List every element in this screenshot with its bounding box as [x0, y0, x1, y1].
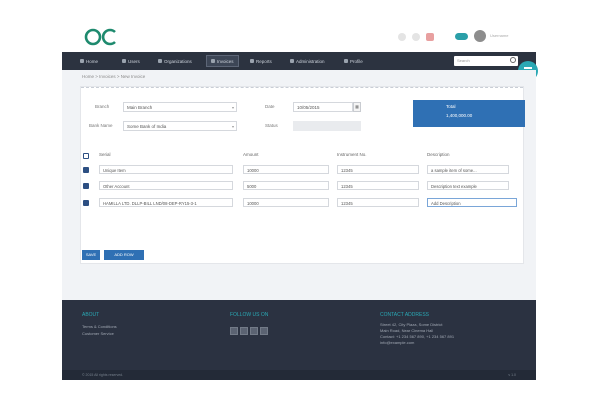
nav-item-organizations[interactable]: Organizations [158, 57, 192, 65]
message-icon[interactable] [412, 33, 420, 41]
row-delete-icon[interactable] [83, 183, 89, 189]
date-field[interactable]: 10/05/2015 [293, 102, 353, 112]
avatar[interactable] [474, 30, 486, 42]
chart-icon [250, 59, 254, 63]
header-icons [398, 33, 434, 41]
search-input[interactable]: Search [454, 56, 518, 66]
nav-item-label: Organizations [164, 58, 192, 64]
nav-item-label: Profile [350, 58, 363, 64]
card-top-border [81, 87, 523, 89]
nav-item-users[interactable]: Users [122, 57, 140, 65]
gear-icon [290, 59, 294, 63]
column-header-instrument: Instrument No. [337, 152, 367, 157]
mail-icon[interactable] [398, 33, 406, 41]
google-plus-icon[interactable] [260, 327, 268, 335]
version-text: v 1.0 [508, 373, 516, 377]
footer: ABOUT Terms & Conditions Customer Servic… [62, 300, 536, 380]
main-navbar: Home Users Organizations Invoices Report… [62, 52, 536, 70]
footer-contact-title: CONTACT ADDRESS [380, 312, 429, 318]
row-3-instrument[interactable]: 12345 [337, 198, 419, 207]
row-1-description[interactable]: a sample item of some... [427, 165, 509, 174]
footer-link[interactable]: Terms & Conditions [82, 324, 117, 329]
building-icon [158, 59, 162, 63]
column-header-description: Description [427, 152, 450, 157]
chevron-down-icon: ▾ [231, 124, 234, 129]
total-summary-box: Total 1,400,000.00 [413, 100, 525, 127]
user-icon [344, 59, 348, 63]
bank-name-label: Bank Name [89, 123, 113, 128]
row-3-amount[interactable]: 10000 [243, 198, 329, 207]
breadcrumb[interactable]: Home > Invoices > New Invoice [82, 74, 145, 79]
row-3-serial[interactable]: HAMILLA LTD. DLLP-BILL LND/08-DEP-RY15-3… [99, 198, 233, 207]
row-2-instrument[interactable]: 12345 [337, 181, 419, 190]
row-1-instrument[interactable]: 12345 [337, 165, 419, 174]
row-2-serial[interactable]: Other Account [99, 181, 233, 190]
top-header: Username [62, 22, 536, 52]
social-icons [230, 327, 268, 335]
contact-line: Contact: +1 234 567 890, +1 234 567 891 [380, 334, 455, 339]
users-icon [122, 59, 126, 63]
invoice-icon [211, 59, 215, 63]
nav-item-label: Administration [296, 58, 325, 64]
status-label: Status [265, 123, 278, 128]
nav-item-label: Invoices [217, 58, 234, 64]
bank-name-value: Some Bank of India [127, 124, 167, 129]
bank-name-input[interactable]: Some Bank of India ▾ [123, 121, 237, 131]
row-delete-icon[interactable] [83, 200, 89, 206]
total-label: Total [446, 104, 456, 109]
nav-item-label: Home [86, 58, 99, 64]
invoice-form-card: Branch Main Branch ▾ Date 10/05/2015 ▦ B… [80, 86, 525, 264]
row-1-amount[interactable]: 10000 [243, 165, 329, 174]
username-label[interactable]: Username [490, 33, 508, 38]
chevron-down-icon: ▾ [231, 105, 234, 110]
row-2-amount[interactable]: 5000 [243, 181, 329, 190]
content-area: Home > Invoices > New Invoice Branch Mai… [62, 70, 536, 300]
app-window: Username Home Users Organizations Invoic… [62, 22, 538, 380]
total-value: 1,400,000.00 [446, 113, 473, 118]
nav-item-administration[interactable]: Administration [290, 57, 325, 65]
calendar-icon[interactable]: ▦ [353, 102, 361, 112]
twitter-icon[interactable] [240, 327, 248, 335]
contact-line: Main Road, Near Cinema Hall [380, 328, 434, 333]
logo-icon[interactable] [84, 27, 118, 47]
select-all-icon[interactable] [83, 153, 89, 159]
facebook-icon[interactable] [230, 327, 238, 335]
nav-item-label: Users [128, 58, 140, 64]
column-header-serial: Serial [99, 152, 111, 157]
home-icon [80, 59, 84, 63]
footer-about-title: ABOUT [82, 312, 100, 318]
row-2-description[interactable]: Description text example [427, 181, 509, 190]
add-row-button[interactable]: ADD ROW [104, 250, 144, 260]
date-label: Date [265, 104, 275, 109]
nav-item-home[interactable]: Home [80, 57, 98, 65]
row-delete-icon[interactable] [83, 167, 89, 173]
footer-link[interactable]: Customer Service [82, 331, 114, 336]
copyright-text: © 2015 All rights reserved. [82, 373, 124, 377]
row-3-description[interactable]: Add Description [427, 198, 517, 207]
column-header-amount: Amount [243, 152, 259, 157]
nav-item-profile[interactable]: Profile [344, 57, 363, 65]
search-icon[interactable] [510, 57, 516, 63]
copyright-bar: © 2015 All rights reserved. v 1.0 [62, 370, 536, 380]
toggle-switch[interactable] [455, 33, 468, 40]
bell-icon[interactable] [426, 33, 434, 41]
branch-label: Branch [95, 104, 110, 109]
row-1-serial[interactable]: Unique Item [99, 165, 233, 174]
save-button[interactable]: SAVE [82, 250, 100, 260]
contact-email-link[interactable]: info@example.com [380, 340, 414, 345]
contact-line: Street 42, City Plaza, Some District [380, 322, 443, 327]
branch-value: Main Branch [127, 105, 153, 110]
nav-item-reports[interactable]: Reports [250, 57, 272, 65]
footer-follow-title: FOLLOW US ON [230, 312, 269, 318]
branch-select[interactable]: Main Branch ▾ [123, 102, 237, 112]
linkedin-icon[interactable] [250, 327, 258, 335]
status-field [293, 121, 361, 131]
nav-item-label: Reports [256, 58, 272, 64]
nav-item-invoices[interactable]: Invoices [206, 55, 239, 67]
